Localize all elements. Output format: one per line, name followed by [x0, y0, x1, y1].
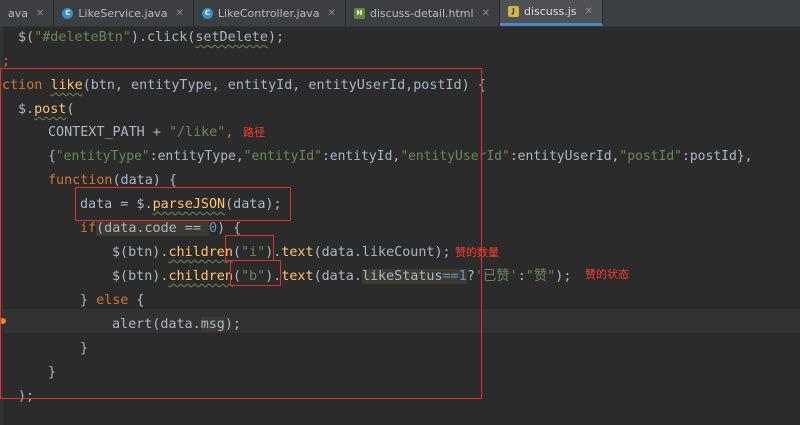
tab-like-controller[interactable]: C LikeController.java ✕: [194, 0, 346, 26]
tab-discuss-js[interactable]: J discuss.js ✕: [499, 0, 603, 26]
tab-like-service[interactable]: C LikeService.java ✕: [54, 0, 194, 26]
js-file-icon: J: [507, 6, 519, 17]
close-icon[interactable]: ✕: [176, 8, 184, 19]
java-class-icon: C: [62, 7, 74, 19]
tab-label: LikeService.java: [78, 6, 168, 20]
tab-label: discuss.js: [523, 5, 577, 18]
tab-label: ava: [8, 6, 28, 20]
code-line-1: $("#deleteBtn").click(setDelete);: [18, 30, 285, 45]
close-icon[interactable]: ✕: [585, 6, 593, 17]
tab-ava[interactable]: ava ✕: [0, 0, 55, 26]
highlight-box-like-function: [0, 68, 482, 399]
annotation-like-status: 赞的状态: [585, 268, 629, 281]
html-file-icon: H: [353, 7, 365, 19]
java-class-icon: C: [201, 7, 213, 19]
close-icon[interactable]: ✕: [482, 8, 490, 19]
tab-label: LikeController.java: [217, 6, 320, 20]
tab-discuss-detail[interactable]: H discuss-detail.html ✕: [346, 0, 500, 26]
close-icon[interactable]: ✕: [328, 8, 336, 19]
close-icon[interactable]: ✕: [36, 8, 44, 19]
tab-label: discuss-detail.html: [369, 6, 474, 20]
editor-tab-bar: ava ✕ C LikeService.java ✕ C LikeControl…: [0, 0, 800, 27]
code-editor[interactable]: $("#deleteBtn").click(setDelete); ; ncti…: [0, 26, 800, 425]
